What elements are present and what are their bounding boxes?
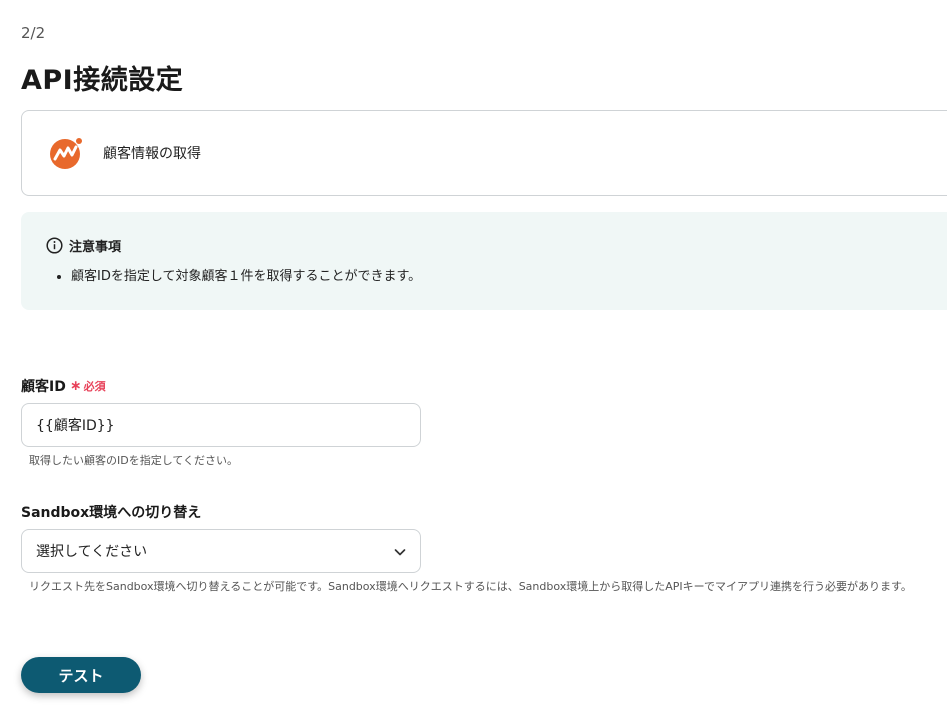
sandbox-hint: リクエスト先をSandbox環境へ切り替えることが可能です。Sandbox環境へ… (29, 580, 912, 593)
customer-id-hint: 取得したい顧客のIDを指定してください。 (29, 454, 239, 467)
test-button[interactable]: テスト (21, 657, 141, 693)
step-indicator: 2/2 (21, 24, 46, 42)
notice-header: 注意事項 (46, 236, 936, 255)
info-icon (46, 237, 63, 254)
sandbox-select[interactable]: 選択してください (21, 529, 421, 573)
sandbox-selected-value: 選択してください (36, 544, 148, 560)
action-card: 顧客情報の取得 (21, 110, 947, 196)
chevron-down-icon (394, 549, 406, 556)
sandbox-label: Sandbox環境への切り替え (21, 505, 202, 521)
required-mark: ∗ (69, 378, 82, 394)
notice-title: 注意事項 (69, 240, 122, 255)
notice-list: 顧客IDを指定して対象顧客１件を取得することができます。 (46, 265, 936, 284)
required-badge: 必須 (83, 380, 106, 393)
action-label: 顧客情報の取得 (103, 146, 201, 162)
notice-item: 顧客IDを指定して対象顧客１件を取得することができます。 (71, 265, 936, 284)
page-title: API接続設定 (21, 65, 184, 96)
customer-id-input[interactable]: {{顧客ID}} (21, 403, 421, 447)
app-logo-icon (50, 138, 82, 169)
api-settings-page: 2/2 API接続設定 顧客情報の取得 注意事項 顧客IDを指定して対象顧客１件… (0, 0, 947, 716)
customer-id-label: 顧客ID (21, 379, 66, 395)
customer-id-label-row: 顧客ID ∗ 必須 (21, 376, 106, 396)
sandbox-label-row: Sandbox環境への切り替え (21, 502, 201, 522)
notice-box: 注意事項 顧客IDを指定して対象顧客１件を取得することができます。 (21, 212, 947, 310)
customer-id-value: {{顧客ID}} (36, 418, 115, 434)
